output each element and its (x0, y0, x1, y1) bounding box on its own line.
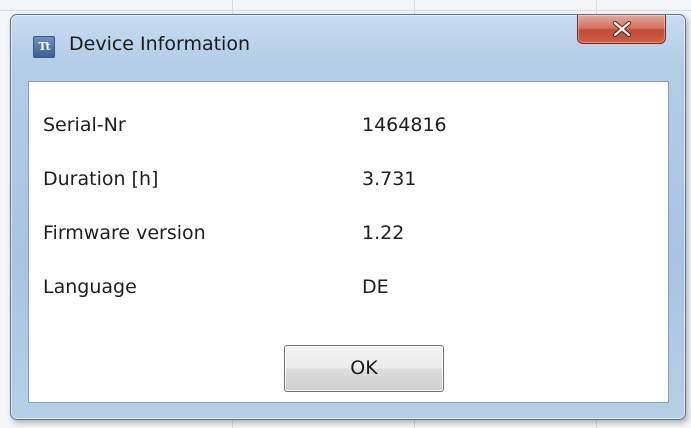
close-icon (612, 21, 632, 37)
duration-label: Duration [h] (43, 168, 159, 190)
serial-number-value: 1464816 (362, 114, 447, 136)
firmware-version-label: Firmware version (43, 222, 206, 244)
duration-row: Duration [h] 3.731 (29, 168, 668, 198)
language-value: DE (362, 276, 389, 298)
close-button[interactable] (577, 15, 666, 44)
duration-value: 3.731 (362, 168, 417, 190)
firmware-version-row: Firmware version 1.22 (29, 222, 668, 252)
firmware-version-value: 1.22 (362, 222, 405, 244)
language-row: Language DE (29, 276, 668, 306)
language-label: Language (43, 276, 137, 298)
ok-button[interactable]: OK (284, 345, 444, 392)
serial-number-row: Serial-Nr 1464816 (29, 114, 668, 144)
window-title: Device Information (69, 33, 251, 55)
title-bar[interactable]: Tt Device Information (11, 15, 685, 81)
background-gridline (0, 10, 691, 11)
device-information-dialog: Tt Device Information Serial-Nr 1464816 … (10, 14, 686, 420)
dialog-content: Serial-Nr 1464816 Duration [h] 3.731 Fir… (28, 81, 669, 403)
serial-number-label: Serial-Nr (43, 114, 126, 136)
app-icon: Tt (33, 36, 55, 58)
